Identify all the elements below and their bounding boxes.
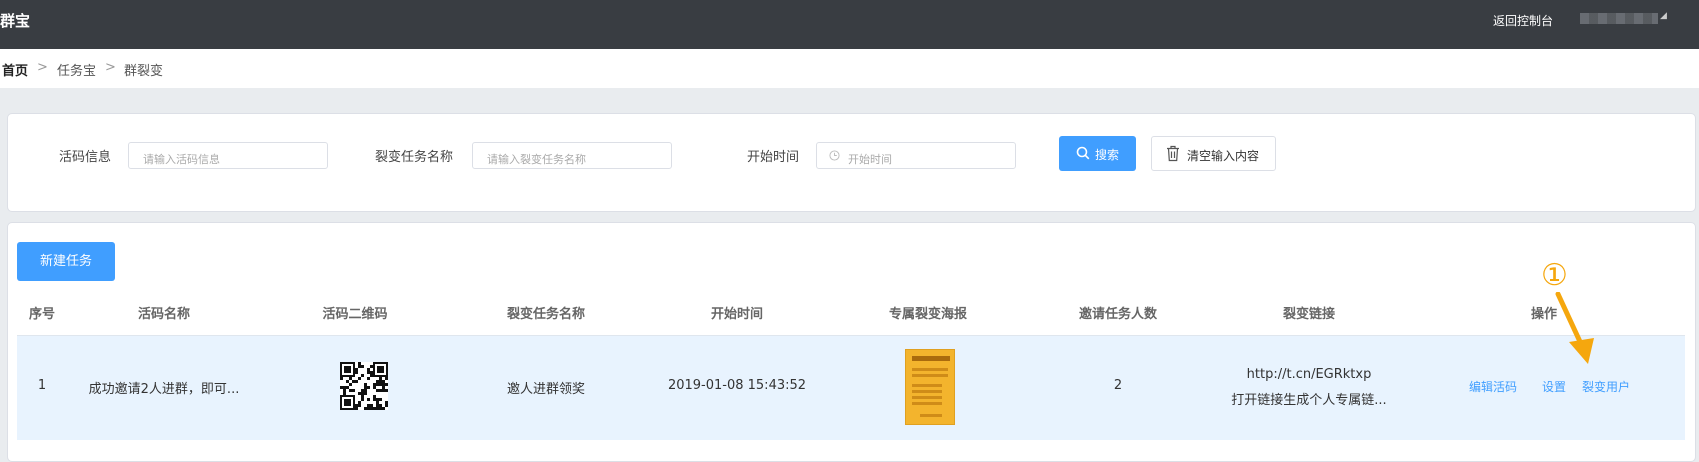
poster-thumbnail[interactable] xyxy=(905,349,955,425)
brand-logo: 群宝 xyxy=(0,12,31,30)
col-header-fission-link: 裂变链接 xyxy=(1282,307,1336,322)
col-header-invite-count: 邀请任务人数 xyxy=(1078,307,1158,322)
breadcrumb-item-group-fission: 群裂变 xyxy=(124,64,164,79)
start-time-placeholder: 开始时间 xyxy=(848,153,892,166)
col-header-poster: 专属裂变海报 xyxy=(888,307,968,322)
clock-icon xyxy=(829,150,840,161)
chevron-right-icon: > xyxy=(105,60,116,75)
trash-icon xyxy=(1167,145,1179,162)
task-name-label: 裂变任务名称 xyxy=(375,150,454,165)
top-bar: 群宝 返回控制台 ◢ xyxy=(0,0,1699,49)
col-header-qr-code: 活码二维码 xyxy=(322,307,388,322)
clear-input-button[interactable]: 清空输入内容 xyxy=(1151,136,1276,171)
fission-users-link[interactable]: 裂变用户 xyxy=(1582,378,1630,395)
code-info-input[interactable]: 请输入活码信息 xyxy=(128,142,328,169)
cell-task-name: 邀人进群领奖 xyxy=(506,382,586,397)
chevron-down-icon[interactable]: ◢ xyxy=(1660,11,1667,21)
start-time-label: 开始时间 xyxy=(747,150,800,165)
settings-link[interactable]: 设置 xyxy=(1542,378,1566,395)
col-header-start-time: 开始时间 xyxy=(710,307,764,322)
search-icon xyxy=(1076,146,1090,160)
cell-index: 1 xyxy=(37,378,47,393)
cell-invite-count: 2 xyxy=(1113,378,1123,393)
col-header-task-name: 裂变任务名称 xyxy=(506,307,586,322)
back-to-console-link[interactable]: 返回控制台 xyxy=(1493,12,1553,29)
cell-code-name: 成功邀请2人进群，即可... xyxy=(88,382,240,397)
start-time-input[interactable]: 开始时间 xyxy=(816,142,1016,169)
code-info-label: 活码信息 xyxy=(59,150,112,165)
cell-link-desc: 打开链接生成个人专属链... xyxy=(1231,393,1387,408)
cell-start-time: 2019-01-08 15:43:52 xyxy=(667,378,807,393)
search-button[interactable]: 搜索 xyxy=(1059,136,1136,171)
cell-link-url[interactable]: http://t.cn/EGRktxp xyxy=(1247,367,1372,382)
col-header-index: 序号 xyxy=(28,307,56,322)
breadcrumb: 首页 > 任务宝 > 群裂变 xyxy=(0,49,1699,88)
annotation-number: ① xyxy=(1541,258,1568,293)
chevron-right-icon: > xyxy=(37,60,48,75)
breadcrumb-home[interactable]: 首页 xyxy=(2,60,28,79)
table-row: 1 成功邀请2人进群，即可... 邀人进群领奖 2019-01-08 15:43… xyxy=(17,335,1685,440)
user-name-redacted[interactable] xyxy=(1580,13,1658,24)
breadcrumb-item-taskbao[interactable]: 任务宝 xyxy=(57,60,96,79)
edit-code-link[interactable]: 编辑活码 xyxy=(1469,378,1517,395)
clear-button-label: 清空输入内容 xyxy=(1187,149,1260,163)
task-name-input[interactable]: 请输入裂变任务名称 xyxy=(472,142,672,169)
search-panel: 活码信息 请输入活码信息 裂变任务名称 请输入裂变任务名称 开始时间 开始时间 … xyxy=(7,113,1696,212)
search-button-label: 搜索 xyxy=(1095,148,1120,162)
qr-code-image xyxy=(340,362,388,410)
col-header-code-name: 活码名称 xyxy=(137,307,191,322)
new-task-button[interactable]: 新建任务 xyxy=(17,242,115,281)
annotation-arrow xyxy=(1555,292,1594,364)
task-list-panel: 新建任务 序号 活码名称 活码二维码 裂变任务名称 开始时间 专属裂变海报 邀请… xyxy=(7,222,1696,462)
